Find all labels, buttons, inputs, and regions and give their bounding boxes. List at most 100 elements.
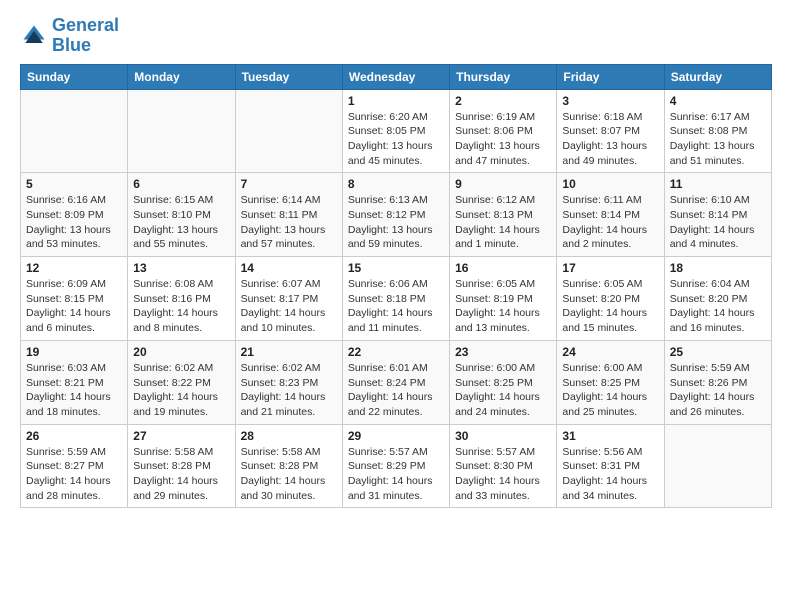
weekday-header-sunday: Sunday <box>21 64 128 89</box>
day-info: Sunrise: 5:57 AMSunset: 8:29 PMDaylight:… <box>348 445 444 504</box>
calendar-cell: 14 Sunrise: 6:07 AMSunset: 8:17 PMDayligh… <box>235 257 342 341</box>
calendar-cell: 20 Sunrise: 6:02 AMSunset: 8:22 PMDayligh… <box>128 340 235 424</box>
calendar-cell: 8 Sunrise: 6:13 AMSunset: 8:12 PMDaylight… <box>342 173 449 257</box>
calendar-cell: 19 Sunrise: 6:03 AMSunset: 8:21 PMDayligh… <box>21 340 128 424</box>
logo: General Blue <box>20 16 119 56</box>
day-info: Sunrise: 5:57 AMSunset: 8:30 PMDaylight:… <box>455 445 551 504</box>
calendar-cell: 13Sunrise: 6:08 AMSunset: 8:16 PMDayligh… <box>128 257 235 341</box>
day-info: Sunrise: 6:07 AMSunset: 8:17 PMDaylight:… <box>241 277 337 336</box>
day-info: Sunrise: 6:19 AMSunset: 8:06 PMDaylight:… <box>455 110 551 169</box>
calendar-cell <box>21 89 128 173</box>
day-number: 11 <box>670 177 766 191</box>
day-number: 30 <box>455 429 551 443</box>
calendar-header: SundayMondayTuesdayWednesdayThursdayFrid… <box>21 64 772 89</box>
day-info: Sunrise: 6:02 AMSunset: 8:22 PMDaylight:… <box>133 361 229 420</box>
calendar-cell: 2 Sunrise: 6:19 AMSunset: 8:06 PMDaylight… <box>450 89 557 173</box>
day-number: 17 <box>562 261 658 275</box>
day-info: Sunrise: 5:59 AMSunset: 8:26 PMDaylight:… <box>670 361 766 420</box>
calendar-week-1: 1 Sunrise: 6:20 AMSunset: 8:05 PMDaylight… <box>21 89 772 173</box>
day-number: 4 <box>670 94 766 108</box>
calendar-cell: 17 Sunrise: 6:05 AMSunset: 8:20 PMDayligh… <box>557 257 664 341</box>
day-info: Sunrise: 6:09 AMSunset: 8:15 PMDaylight:… <box>26 277 122 336</box>
day-info: Sunrise: 6:18 AMSunset: 8:07 PMDaylight:… <box>562 110 658 169</box>
day-info: Sunrise: 5:59 AMSunset: 8:27 PMDaylight:… <box>26 445 122 504</box>
day-number: 19 <box>26 345 122 359</box>
day-number: 12 <box>26 261 122 275</box>
day-number: 5 <box>26 177 122 191</box>
day-number: 29 <box>348 429 444 443</box>
day-info: Sunrise: 5:56 AMSunset: 8:31 PMDaylight:… <box>562 445 658 504</box>
day-info: Sunrise: 6:16 AMSunset: 8:09 PMDaylight:… <box>26 193 122 252</box>
day-number: 15 <box>348 261 444 275</box>
day-number: 6 <box>133 177 229 191</box>
calendar-cell: 6 Sunrise: 6:15 AMSunset: 8:10 PMDaylight… <box>128 173 235 257</box>
weekday-header-thursday: Thursday <box>450 64 557 89</box>
day-number: 31 <box>562 429 658 443</box>
calendar-cell: 26 Sunrise: 5:59 AMSunset: 8:27 PMDayligh… <box>21 424 128 508</box>
calendar-cell: 16Sunrise: 6:05 AMSunset: 8:19 PMDayligh… <box>450 257 557 341</box>
day-info: Sunrise: 6:06 AMSunset: 8:18 PMDaylight:… <box>348 277 444 336</box>
day-number: 3 <box>562 94 658 108</box>
calendar-cell: 27 Sunrise: 5:58 AMSunset: 8:28 PMDayligh… <box>128 424 235 508</box>
day-info: Sunrise: 5:58 AMSunset: 8:28 PMDaylight:… <box>241 445 337 504</box>
day-info: Sunrise: 5:58 AMSunset: 8:28 PMDaylight:… <box>133 445 229 504</box>
day-number: 27 <box>133 429 229 443</box>
day-number: 1 <box>348 94 444 108</box>
calendar-body: 1 Sunrise: 6:20 AMSunset: 8:05 PMDaylight… <box>21 89 772 508</box>
calendar-cell: 22 Sunrise: 6:01 AMSunset: 8:24 PMDayligh… <box>342 340 449 424</box>
calendar-week-3: 12 Sunrise: 6:09 AMSunset: 8:15 PMDayligh… <box>21 257 772 341</box>
calendar-cell: 12 Sunrise: 6:09 AMSunset: 8:15 PMDayligh… <box>21 257 128 341</box>
weekday-row: SundayMondayTuesdayWednesdayThursdayFrid… <box>21 64 772 89</box>
logo-icon <box>20 22 48 50</box>
calendar-cell: 5 Sunrise: 6:16 AMSunset: 8:09 PMDaylight… <box>21 173 128 257</box>
day-number: 20 <box>133 345 229 359</box>
day-info: Sunrise: 6:00 AMSunset: 8:25 PMDaylight:… <box>562 361 658 420</box>
calendar-cell: 25 Sunrise: 5:59 AMSunset: 8:26 PMDayligh… <box>664 340 771 424</box>
day-number: 8 <box>348 177 444 191</box>
day-info: Sunrise: 6:03 AMSunset: 8:21 PMDaylight:… <box>26 361 122 420</box>
weekday-header-wednesday: Wednesday <box>342 64 449 89</box>
day-info: Sunrise: 6:05 AMSunset: 8:20 PMDaylight:… <box>562 277 658 336</box>
day-number: 14 <box>241 261 337 275</box>
day-number: 25 <box>670 345 766 359</box>
day-info: Sunrise: 6:00 AMSunset: 8:25 PMDaylight:… <box>455 361 551 420</box>
day-number: 28 <box>241 429 337 443</box>
day-info: Sunrise: 6:11 AMSunset: 8:14 PMDaylight:… <box>562 193 658 252</box>
calendar-week-5: 26 Sunrise: 5:59 AMSunset: 8:27 PMDayligh… <box>21 424 772 508</box>
day-info: Sunrise: 6:15 AMSunset: 8:10 PMDaylight:… <box>133 193 229 252</box>
weekday-header-monday: Monday <box>128 64 235 89</box>
calendar-cell: 29 Sunrise: 5:57 AMSunset: 8:29 PMDayligh… <box>342 424 449 508</box>
day-number: 26 <box>26 429 122 443</box>
day-number: 7 <box>241 177 337 191</box>
page-container: General Blue SundayMondayTuesdayWednesda… <box>20 16 772 508</box>
calendar-cell: 31 Sunrise: 5:56 AMSunset: 8:31 PMDayligh… <box>557 424 664 508</box>
calendar-cell: 11Sunrise: 6:10 AMSunset: 8:14 PMDayligh… <box>664 173 771 257</box>
day-number: 13 <box>133 261 229 275</box>
calendar-cell <box>664 424 771 508</box>
weekday-header-tuesday: Tuesday <box>235 64 342 89</box>
weekday-header-saturday: Saturday <box>664 64 771 89</box>
day-number: 9 <box>455 177 551 191</box>
calendar-table: SundayMondayTuesdayWednesdayThursdayFrid… <box>20 64 772 509</box>
day-info: Sunrise: 6:01 AMSunset: 8:24 PMDaylight:… <box>348 361 444 420</box>
calendar-cell <box>128 89 235 173</box>
calendar-week-4: 19 Sunrise: 6:03 AMSunset: 8:21 PMDayligh… <box>21 340 772 424</box>
calendar-cell: 30 Sunrise: 5:57 AMSunset: 8:30 PMDayligh… <box>450 424 557 508</box>
day-info: Sunrise: 6:13 AMSunset: 8:12 PMDaylight:… <box>348 193 444 252</box>
day-number: 2 <box>455 94 551 108</box>
calendar-cell: 4 Sunrise: 6:17 AMSunset: 8:08 PMDaylight… <box>664 89 771 173</box>
day-number: 24 <box>562 345 658 359</box>
weekday-header-friday: Friday <box>557 64 664 89</box>
day-number: 21 <box>241 345 337 359</box>
day-info: Sunrise: 6:20 AMSunset: 8:05 PMDaylight:… <box>348 110 444 169</box>
calendar-cell: 18Sunrise: 6:04 AMSunset: 8:20 PMDayligh… <box>664 257 771 341</box>
calendar-cell: 15 Sunrise: 6:06 AMSunset: 8:18 PMDayligh… <box>342 257 449 341</box>
calendar-cell: 7 Sunrise: 6:14 AMSunset: 8:11 PMDaylight… <box>235 173 342 257</box>
day-info: Sunrise: 6:17 AMSunset: 8:08 PMDaylight:… <box>670 110 766 169</box>
day-info: Sunrise: 6:05 AMSunset: 8:19 PMDaylight:… <box>455 277 551 336</box>
calendar-cell: 21Sunrise: 6:02 AMSunset: 8:23 PMDayligh… <box>235 340 342 424</box>
calendar-cell: 1 Sunrise: 6:20 AMSunset: 8:05 PMDaylight… <box>342 89 449 173</box>
calendar-cell: 23Sunrise: 6:00 AMSunset: 8:25 PMDayligh… <box>450 340 557 424</box>
day-number: 22 <box>348 345 444 359</box>
day-info: Sunrise: 6:14 AMSunset: 8:11 PMDaylight:… <box>241 193 337 252</box>
